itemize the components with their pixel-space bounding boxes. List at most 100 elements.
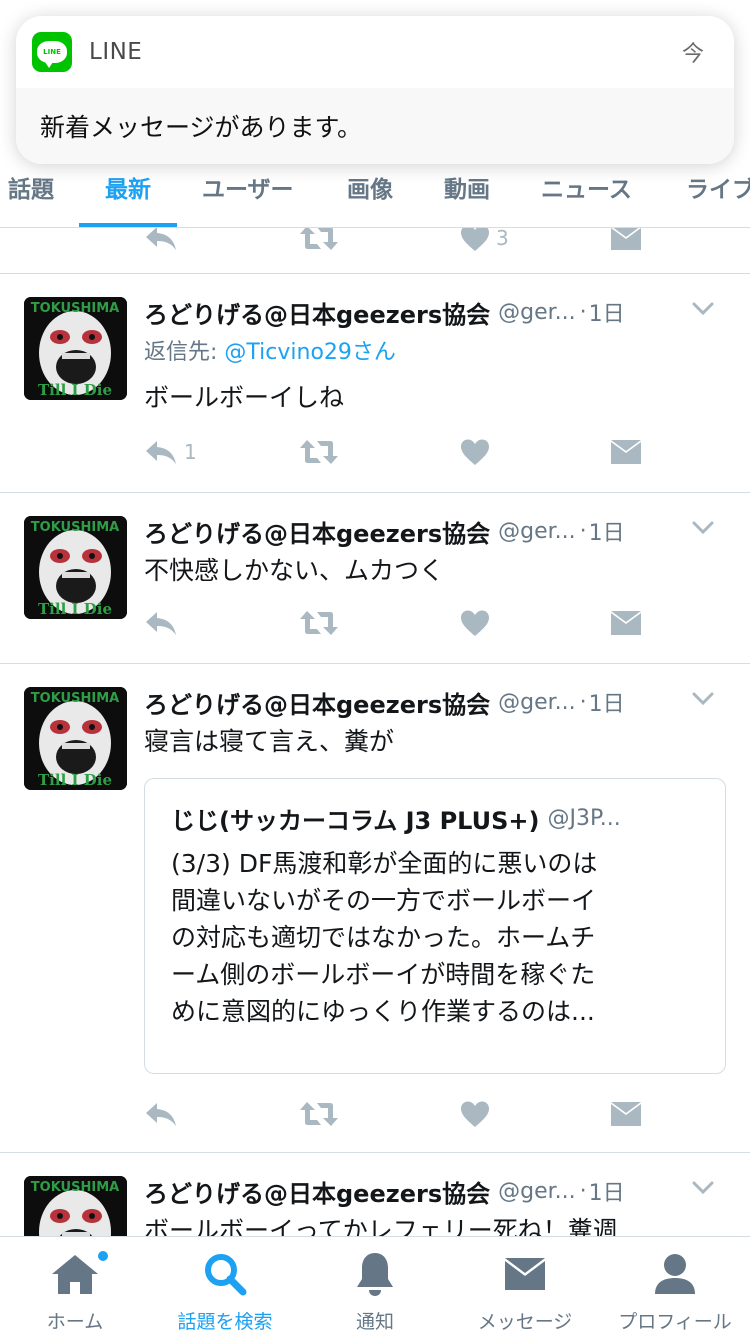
reply-to-line: 返信先: @Ticvino29さん xyxy=(144,334,396,366)
tweet-actions: 1 xyxy=(144,438,644,474)
tweet-item[interactable]: TOKUSHIMA Till I Die ろどりげる@日本geezers協会 @… xyxy=(0,493,750,663)
tweet-text: 寝言は寝て言え、糞が xyxy=(144,727,395,756)
retweet-button[interactable] xyxy=(300,438,338,466)
tweet-header: ろどりげる@日本geezers協会 @ger... · 1日 xyxy=(144,685,714,719)
avatar-text-bottom: Till I Die xyxy=(38,381,112,399)
reply-icon xyxy=(146,1103,176,1126)
dm-share-button[interactable] xyxy=(610,228,642,252)
avatar-text-bottom: Till I Die xyxy=(38,600,112,618)
tweet-item[interactable]: TOKUSHIMA Till I Die ろどりげる@日本geezers協会 @… xyxy=(0,274,750,492)
like-button[interactable]: 3 xyxy=(460,228,509,252)
person-icon xyxy=(653,1251,697,1297)
avatar-text-top: TOKUSHIMA xyxy=(31,691,119,706)
tweet-text: ボールボーイしね xyxy=(144,383,345,412)
line-icon-text: LINE xyxy=(43,48,61,56)
bottom-tab-bar: ホーム 話題を検索 通知 メッセージ プロフィール xyxy=(0,1236,750,1334)
reply-button[interactable] xyxy=(144,609,178,637)
active-tab-indicator xyxy=(79,223,177,227)
reply-button[interactable]: 1 xyxy=(144,438,197,466)
dm-share-button[interactable] xyxy=(610,1100,642,1128)
heart-icon xyxy=(461,228,489,251)
heart-icon xyxy=(461,1101,489,1127)
tweet-menu-button[interactable] xyxy=(692,1180,714,1199)
user-handle[interactable]: @ger... xyxy=(498,300,576,325)
quoted-user-handle: @J3P... xyxy=(547,806,621,831)
avatar[interactable]: TOKUSHIMA Till I Die xyxy=(24,516,127,619)
tweet-text: 不快感しかない、ムカつく xyxy=(144,556,445,585)
tweet-item[interactable]: TOKUSHIMA Till I Die ろどりげる@日本geezers協会 @… xyxy=(0,1153,750,1236)
envelope-icon xyxy=(611,611,641,635)
notification-time: 今 xyxy=(681,42,704,67)
retweet-button[interactable] xyxy=(300,609,338,637)
like-count: 3 xyxy=(496,228,509,250)
quoted-tweet-card[interactable]: じじ(サッカーコラム J3 PLUS+) @J3P... (3/3) DF馬渡和… xyxy=(144,778,726,1074)
dm-share-button[interactable] xyxy=(610,438,642,466)
separator-dot: · xyxy=(579,518,587,544)
nav-messages[interactable]: メッセージ xyxy=(450,1237,600,1334)
like-button[interactable] xyxy=(460,438,490,466)
nav-notifications[interactable]: 通知 xyxy=(300,1237,450,1334)
user-handle[interactable]: @ger... xyxy=(498,519,576,544)
user-handle[interactable]: @ger... xyxy=(498,690,576,715)
tab-live[interactable]: ライブ xyxy=(686,170,750,204)
nav-label: ホーム xyxy=(46,1311,104,1333)
like-button[interactable] xyxy=(460,1100,490,1128)
nav-label: 話題を検索 xyxy=(177,1311,273,1333)
tweet-header: ろどりげる@日本geezers協会 @ger... · 1日 xyxy=(144,1174,714,1208)
user-handle[interactable]: @ger... xyxy=(498,1179,576,1204)
tweet-actions xyxy=(144,609,644,645)
avatar[interactable]: TOKUSHIMA Till I Die xyxy=(24,297,127,400)
reply-button[interactable] xyxy=(144,228,178,252)
envelope-icon xyxy=(611,228,641,250)
chevron-down-icon xyxy=(692,1181,714,1195)
quoted-tweet-text: (3/3) DF馬渡和彰が全面的に悪いのは 間違いないがその一方でボールボーイ … xyxy=(171,845,701,1030)
reply-prefix: 返信先: xyxy=(144,340,225,365)
dm-share-button[interactable] xyxy=(610,609,642,637)
nav-label: プロフィール xyxy=(618,1311,732,1333)
reply-mention-link[interactable]: @Ticvino29さん xyxy=(224,340,396,365)
tweet-time: 1日 xyxy=(588,302,625,327)
envelope-icon xyxy=(503,1251,547,1297)
line-notification-banner[interactable]: LINE LINE 今 新着メッセージがあります。 xyxy=(16,16,734,164)
tab-latest[interactable]: 最新 xyxy=(105,170,151,204)
nav-profile[interactable]: プロフィール xyxy=(600,1237,750,1334)
bell-icon xyxy=(355,1251,395,1297)
home-icon xyxy=(50,1249,110,1297)
tweet-time: 1日 xyxy=(588,692,625,717)
heart-icon xyxy=(461,610,489,636)
nav-search[interactable]: 話題を検索 xyxy=(150,1237,300,1334)
chevron-down-icon xyxy=(692,302,714,316)
user-name[interactable]: ろどりげる@日本geezers協会 xyxy=(144,514,490,549)
retweet-icon xyxy=(300,228,338,250)
quoted-tweet-header: じじ(サッカーコラム J3 PLUS+) @J3P... xyxy=(171,801,621,836)
reply-count: 1 xyxy=(184,440,197,464)
avatar[interactable]: TOKUSHIMA Till I Die xyxy=(24,1176,127,1236)
retweet-icon xyxy=(300,440,338,464)
tweet-item[interactable]: TOKUSHIMA Till I Die ろどりげる@日本geezers協会 @… xyxy=(0,664,750,1152)
retweet-button[interactable] xyxy=(300,228,338,252)
quoted-text-line: 間違いないがその一方でボールボーイ xyxy=(171,886,597,915)
tweet-menu-button[interactable] xyxy=(692,301,714,320)
tweet-menu-button[interactable] xyxy=(692,691,714,710)
nav-home[interactable]: ホーム xyxy=(0,1237,150,1334)
tweet-menu-button[interactable] xyxy=(692,520,714,539)
retweet-button[interactable] xyxy=(300,1100,338,1128)
tab-images[interactable]: 画像 xyxy=(347,170,393,204)
reply-button[interactable] xyxy=(144,1100,178,1128)
tab-news[interactable]: ニュース xyxy=(541,170,632,204)
like-button[interactable] xyxy=(460,609,490,637)
nav-label: 通知 xyxy=(355,1311,394,1333)
reply-icon xyxy=(146,441,176,464)
tab-users[interactable]: ユーザー xyxy=(202,170,294,204)
notification-header: LINE LINE 今 xyxy=(16,16,734,88)
user-name[interactable]: ろどりげる@日本geezers協会 xyxy=(144,685,490,720)
tweet-actions xyxy=(144,1100,644,1136)
user-name[interactable]: ろどりげる@日本geezers協会 xyxy=(144,1174,490,1209)
quoted-text-line: ーム側のボールボーイが時間を稼ぐた xyxy=(171,960,596,989)
user-name[interactable]: ろどりげる@日本geezers協会 xyxy=(144,295,490,330)
home-new-badge xyxy=(96,1249,110,1263)
tweet-feed[interactable]: 3 TOKUSHIMA Till I Die ろどりげる@日本geezers協会… xyxy=(0,228,750,1236)
tab-videos[interactable]: 動画 xyxy=(444,170,490,204)
avatar[interactable]: TOKUSHIMA Till I Die xyxy=(24,687,127,790)
tab-trending[interactable]: 話題 xyxy=(8,170,54,204)
